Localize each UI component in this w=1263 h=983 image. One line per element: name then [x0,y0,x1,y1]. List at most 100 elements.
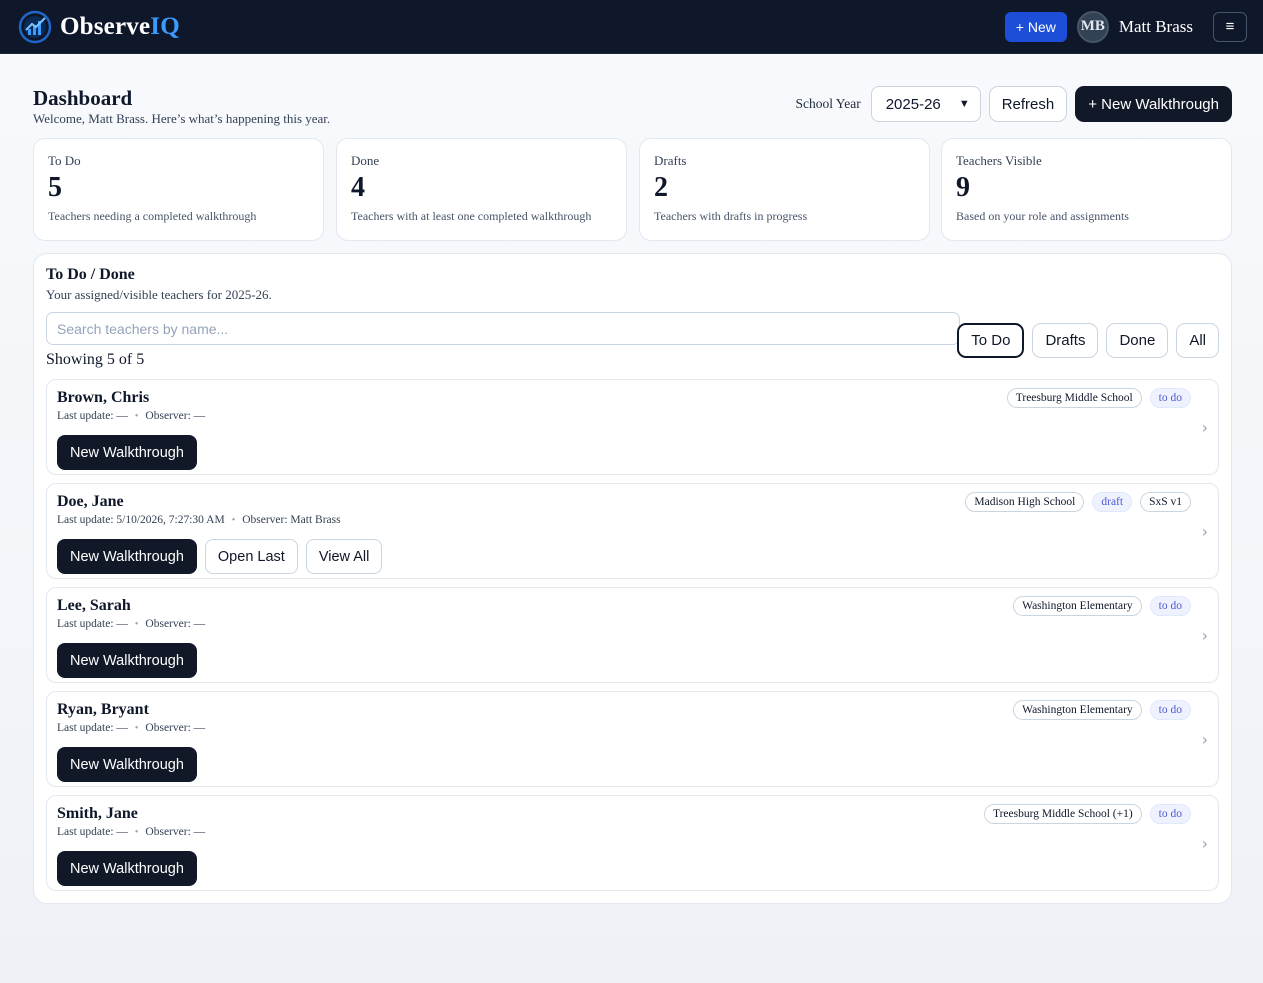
top-navbar: ObserveIQ + New MB Matt Brass ≡ [0,0,1263,54]
school-year-value: 2025-26 [885,95,941,113]
teacher-name: Doe, Jane [57,493,124,510]
open-last-button[interactable]: Open Last [204,539,298,574]
row-actions: New Walkthrough [57,851,197,886]
status-badge: draft [1092,492,1133,512]
stat-value: 5 [48,172,62,203]
stat-value: 2 [654,172,668,203]
school-tag: Treesburg Middle School [1006,388,1142,408]
observer: Observer: Matt Brass [242,514,341,526]
row-tags: Washington Elementary to do [1013,700,1191,720]
teachers-panel: To Do / Done Your assigned/visible teach… [33,253,1232,904]
teacher-row[interactable]: Smith, Jane Last update: — • Observer: —… [46,795,1219,891]
observer: Observer: — [145,618,206,630]
chevron-right-icon[interactable]: › [1202,834,1208,853]
teacher-meta: Last update: — • Observer: — [57,410,205,422]
last-update: Last update: — [57,410,128,422]
avatar[interactable]: MB [1076,10,1109,43]
row-tags: Treesburg Middle School to do [1006,388,1191,408]
brand[interactable]: ObserveIQ [18,10,180,44]
last-update: Last update: — [57,826,128,838]
new-walkthrough-button[interactable]: New Walkthrough [57,747,197,782]
stat-value: 4 [351,172,365,203]
user-name[interactable]: Matt Brass [1119,17,1193,37]
row-tags: Madison High School draft SxS v1 [965,492,1191,512]
teacher-row[interactable]: Ryan, Bryant Last update: — • Observer: … [46,691,1219,787]
teacher-meta: Last update: — • Observer: — [57,722,205,734]
stat-card-todo: To Do 5 Teachers needing a completed wal… [33,138,324,241]
new-walkthrough-button[interactable]: New Walkthrough [57,643,197,678]
last-update: Last update: — [57,618,128,630]
chevron-right-icon[interactable]: › [1202,418,1208,437]
teacher-meta: Last update: 5/10/2026, 7:27:30 AM • Obs… [57,514,341,526]
menu-icon[interactable]: ≡ [1213,11,1247,42]
new-walkthrough-button[interactable]: New Walkthrough [57,851,197,886]
status-badge: to do [1149,804,1191,824]
search-input[interactable] [46,312,960,345]
chevron-right-icon[interactable]: › [1202,626,1208,645]
filter-todo-button[interactable]: To Do [957,323,1025,358]
school-tag: Washington Elementary [1013,700,1142,720]
status-badge: to do [1149,700,1191,720]
separator-dot-icon: • [231,514,236,526]
stat-description: Teachers with at least one completed wal… [351,209,592,223]
status-badge: to do [1149,596,1191,616]
observer: Observer: — [145,722,206,734]
row-actions: New Walkthrough [57,747,197,782]
new-walkthrough-button[interactable]: New Walkthrough [57,435,197,470]
school-year-label: School Year [795,96,861,111]
teacher-row[interactable]: Lee, Sarah Last update: — • Observer: — … [46,587,1219,683]
stat-description: Teachers with drafts in progress [654,209,808,223]
topbar-actions: + New MB Matt Brass ≡ [1004,10,1247,43]
row-tags: Treesburg Middle School (+1) to do [983,804,1191,824]
stat-label: Teachers Visible [956,153,1042,168]
version-tag: SxS v1 [1140,492,1191,512]
stat-value: 9 [956,172,970,203]
stat-label: To Do [48,153,81,168]
school-year-select[interactable]: 2025-26 ▼ [870,86,981,122]
page-title: Dashboard [33,86,133,110]
header-controls: School Year 2025-26 ▼ Refresh + New Walk… [795,86,1232,122]
teacher-row[interactable]: Brown, Chris Last update: — • Observer: … [46,379,1219,475]
panel-title: To Do / Done [46,266,135,283]
row-actions: New Walkthrough Open Last View All [57,539,383,574]
row-actions: New Walkthrough [57,643,197,678]
new-walkthrough-button[interactable]: + New Walkthrough [1075,86,1232,122]
teacher-name: Ryan, Bryant [57,701,149,718]
showing-count: Showing 5 of 5 [46,351,145,368]
row-actions: New Walkthrough [57,435,197,470]
filter-drafts-button[interactable]: Drafts [1032,323,1099,358]
filter-done-button[interactable]: Done [1106,323,1169,358]
chevron-right-icon[interactable]: › [1202,730,1208,749]
stat-label: Drafts [654,153,687,168]
brand-name-accent: IQ [150,12,180,40]
stat-card-teachers-visible: Teachers Visible 9 Based on your role an… [941,138,1232,241]
chevron-down-icon: ▼ [958,98,970,110]
teacher-row[interactable]: Doe, Jane Last update: 5/10/2026, 7:27:3… [46,483,1219,579]
stat-card-done: Done 4 Teachers with at least one comple… [336,138,627,241]
stat-description: Teachers needing a completed walkthrough [48,209,257,223]
separator-dot-icon: • [134,722,139,734]
brand-name-main: Observe [60,12,151,40]
panel-subtitle: Your assigned/visible teachers for 2025-… [46,287,272,302]
school-tag: Washington Elementary [1013,596,1142,616]
filter-all-button[interactable]: All [1176,323,1219,358]
stat-card-drafts: Drafts 2 Teachers with drafts in progres… [639,138,930,241]
observer: Observer: — [145,410,206,422]
new-button[interactable]: + New [1004,11,1067,42]
new-walkthrough-button[interactable]: New Walkthrough [57,539,197,574]
brand-name: ObserveIQ [60,13,180,41]
separator-dot-icon: • [134,826,139,838]
separator-dot-icon: • [134,410,139,422]
chevron-right-icon[interactable]: › [1202,522,1208,541]
teacher-name: Lee, Sarah [57,597,131,614]
last-update: Last update: 5/10/2026, 7:27:30 AM [57,514,225,526]
last-update: Last update: — [57,722,128,734]
view-all-button[interactable]: View All [305,539,383,574]
welcome-message: Welcome, Matt Brass. Here’s what’s happe… [33,111,331,126]
teacher-meta: Last update: — • Observer: — [57,618,205,630]
stat-label: Done [351,153,380,168]
status-badge: to do [1149,388,1191,408]
separator-dot-icon: • [134,618,139,630]
refresh-button[interactable]: Refresh [988,86,1068,122]
teacher-name: Brown, Chris [57,389,150,406]
